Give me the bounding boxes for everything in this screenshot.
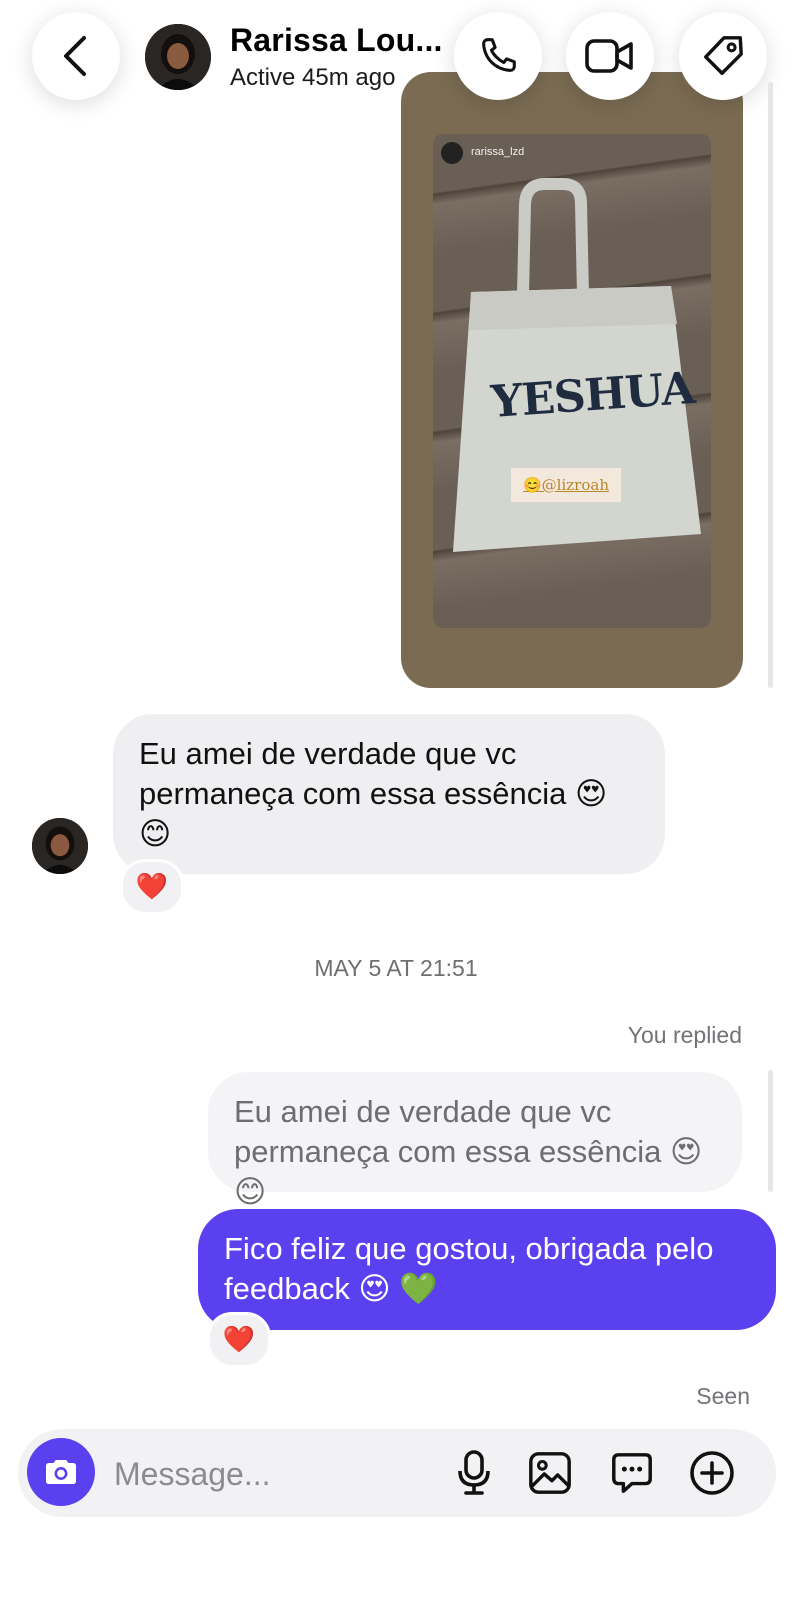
outgoing-message[interactable]: Fico feliz que gostou, obrigada pelo fee… <box>198 1209 776 1330</box>
you-replied-label: You replied <box>627 1022 742 1048</box>
tag-icon <box>704 36 743 75</box>
sender-avatar[interactable] <box>32 818 88 874</box>
story-reply-card[interactable]: rarissa_lzd YESHUA 😊@lizroah <box>401 72 743 688</box>
replied-to-text: Eu amei de verdade que vc permaneça com … <box>234 1094 703 1209</box>
add-button[interactable] <box>686 1447 738 1499</box>
microphone-icon <box>458 1450 490 1495</box>
video-camera-icon <box>585 39 633 73</box>
active-status: Active 45m ago <box>230 64 396 91</box>
chevron-left-icon <box>64 36 86 76</box>
microphone-button[interactable] <box>448 1447 500 1499</box>
message-input[interactable] <box>112 1448 416 1500</box>
incoming-message[interactable]: Eu amei de verdade que vc permaneça com … <box>113 714 665 874</box>
call-button[interactable] <box>454 12 542 100</box>
video-call-button[interactable] <box>566 12 654 100</box>
mention-sticker[interactable]: 😊@lizroah <box>511 468 621 502</box>
scroll-indicator <box>768 82 773 688</box>
tag-button[interactable] <box>679 12 767 100</box>
camera-icon <box>46 1460 76 1484</box>
outgoing-message-text: Fico feliz que gostou, obrigada pelo fee… <box>224 1231 714 1306</box>
heart-reaction[interactable]: ❤️ <box>120 859 184 915</box>
replied-to-message[interactable]: Eu amei de verdade que vc permaneça com … <box>208 1072 742 1209</box>
date-divider: MAY 5 AT 21:51 <box>314 955 478 981</box>
gallery-button[interactable] <box>524 1447 576 1499</box>
story-user-avatar <box>441 142 463 164</box>
contact-name[interactable]: Rarissa Lou... <box>230 22 443 59</box>
story-username: rarissa_lzd <box>471 146 525 158</box>
heart-reaction[interactable]: ❤️ <box>207 1312 271 1368</box>
phone-icon <box>482 38 516 72</box>
back-button[interactable] <box>32 12 120 100</box>
reply-thread-line <box>768 1070 773 1192</box>
image-icon <box>529 1452 571 1494</box>
add-icon <box>690 1451 734 1495</box>
sticker-button[interactable] <box>606 1447 658 1499</box>
camera-button[interactable] <box>27 1438 95 1506</box>
contact-avatar[interactable] <box>145 24 211 90</box>
incoming-message-text: Eu amei de verdade que vc permaneça com … <box>139 736 608 851</box>
seen-status: Seen <box>696 1383 750 1409</box>
sticker-chat-icon <box>612 1453 652 1493</box>
story-image[interactable]: rarissa_lzd YESHUA 😊@lizroah <box>433 134 711 628</box>
